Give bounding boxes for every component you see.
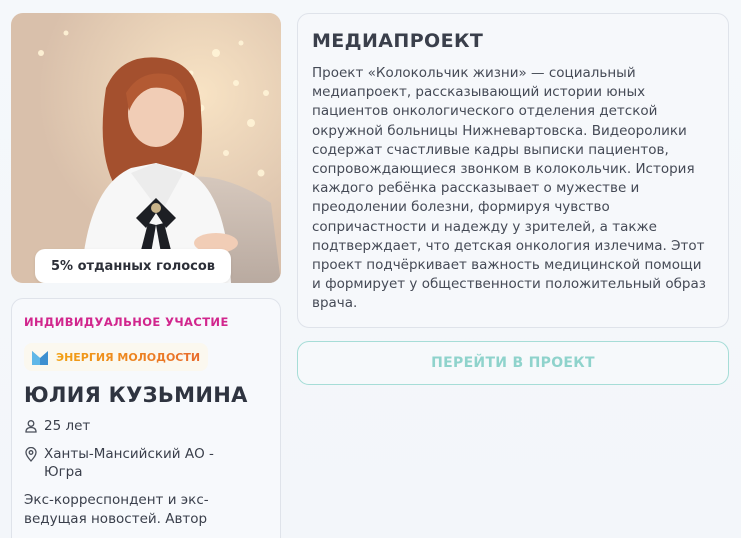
region-row: Ханты-Мансийский АО - Югра — [24, 445, 268, 481]
organization-name: ЭНЕРГИЯ МОЛОДОСТИ — [56, 350, 201, 364]
votes-badge: 5% отданных голосов — [35, 249, 232, 283]
participant-region: Ханты-Мансийский АО - Югра — [44, 446, 214, 480]
participant-age: 25 лет — [44, 418, 91, 434]
organization-logo-icon — [32, 351, 48, 365]
participant-photo: 5% отданных голосов — [11, 13, 281, 283]
location-pin-icon — [25, 447, 37, 462]
media-project-card: МЕДИАПРОЕКТ Проект «Колокольчик жизни» —… — [297, 13, 729, 328]
media-project-description: Проект «Колокольчик жизни» — социальный … — [312, 65, 706, 312]
person-icon — [25, 420, 37, 433]
media-project-title: МЕДИАПРОЕКТ — [312, 30, 484, 52]
participant-name: ЮЛИЯ КУЗЬМИНА — [24, 383, 248, 407]
portrait-image — [11, 13, 281, 283]
organization-badge[interactable]: ЭНЕРГИЯ МОЛОДОСТИ — [24, 343, 209, 371]
participant-card: ИНДИВИДУАЛЬНОЕ УЧАСТИЕ ЭНЕРГИЯ МОЛОДОСТИ… — [11, 298, 281, 538]
go-to-project-button[interactable]: ПЕРЕЙТИ В ПРОЕКТ — [297, 341, 729, 385]
page: 5% отданных голосов ИНДИВИДУАЛЬНОЕ УЧАСТ… — [0, 0, 741, 538]
participation-category: ИНДИВИДУАЛЬНОЕ УЧАСТИЕ — [24, 315, 229, 329]
age-row: 25 лет — [24, 417, 268, 435]
participant-bio: Экс-корреспондент и экс-ведущая новостей… — [24, 492, 209, 527]
